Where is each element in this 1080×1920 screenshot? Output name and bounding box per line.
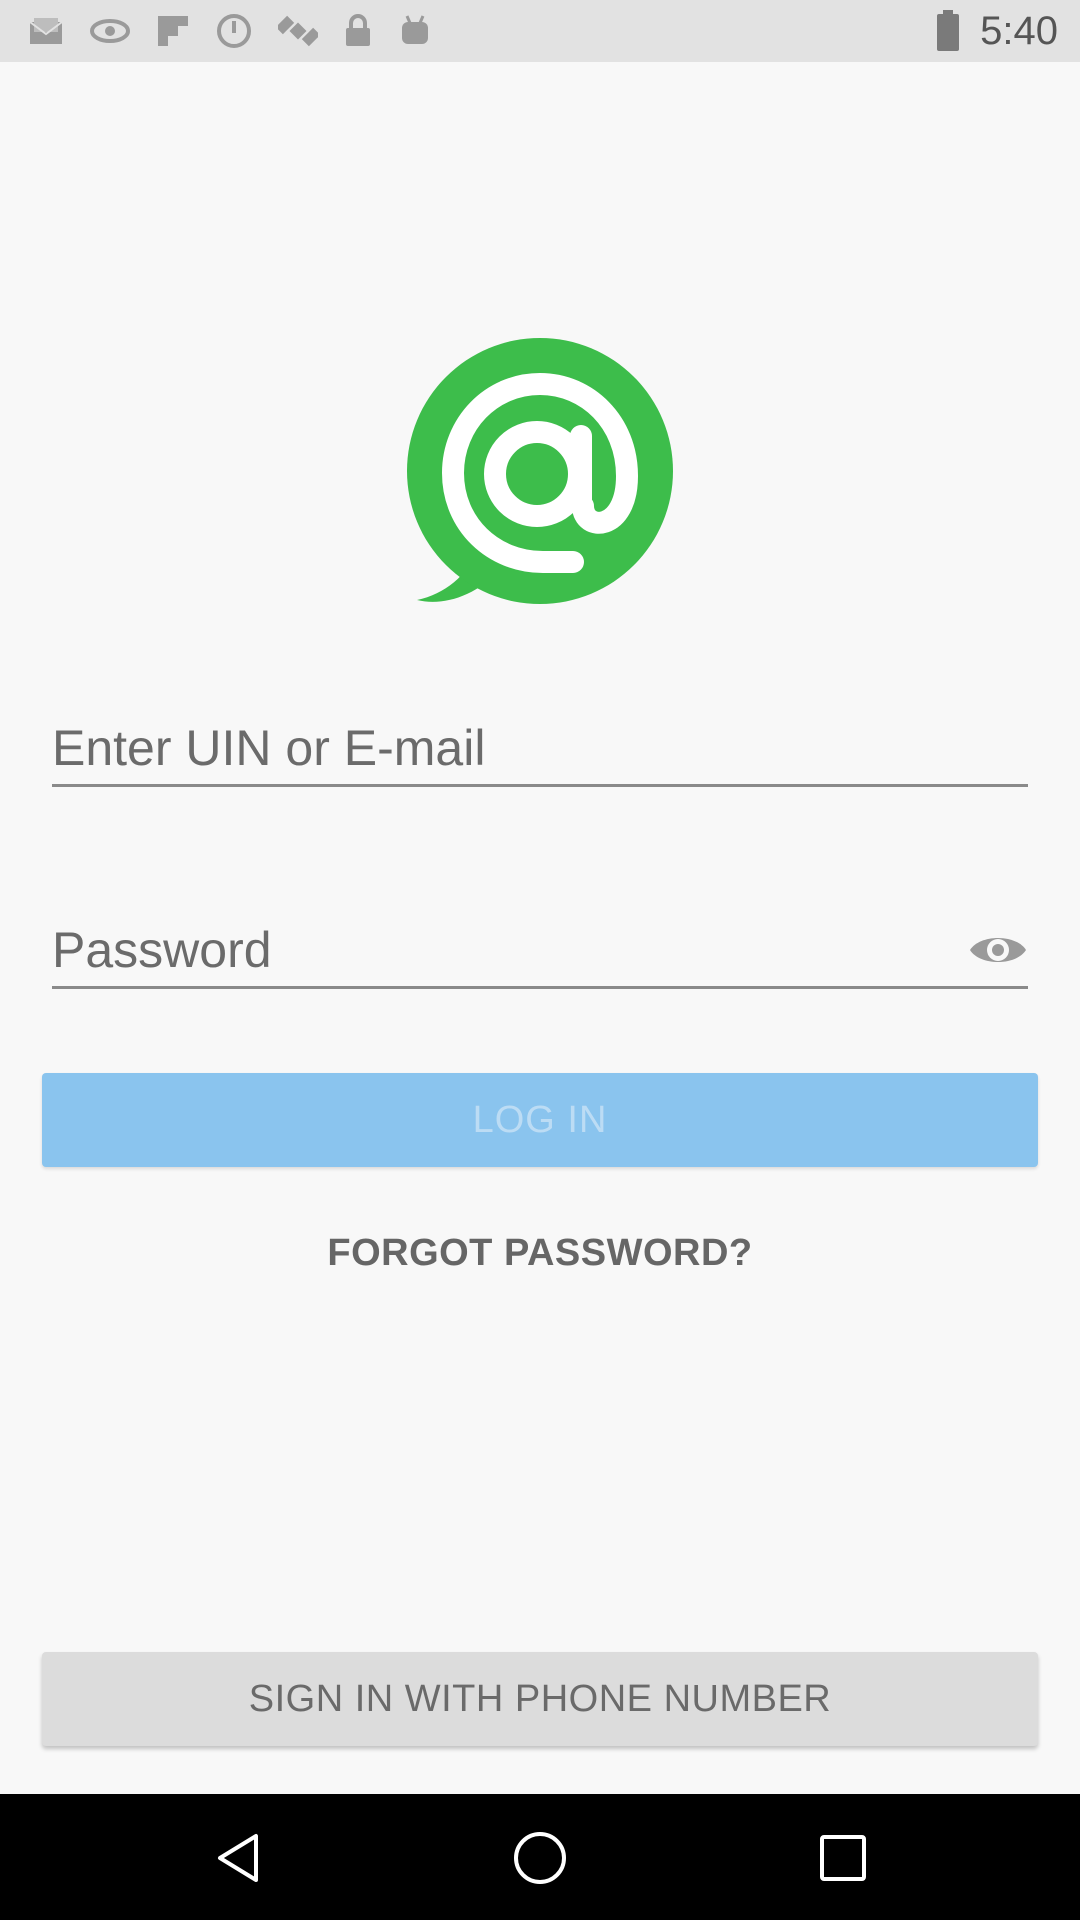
status-right: 5:40 xyxy=(936,0,1058,62)
sync-icon xyxy=(217,14,251,48)
recents-icon[interactable] xyxy=(813,1828,873,1888)
clock: 5:40 xyxy=(980,8,1058,53)
email-icon xyxy=(29,18,63,44)
home-icon[interactable] xyxy=(510,1828,570,1888)
uin-email-input[interactable] xyxy=(52,712,1028,784)
sign-in-with-phone-button[interactable]: SIGN IN WITH PHONE NUMBER xyxy=(42,1652,1038,1746)
wifi-icon xyxy=(90,19,130,43)
navigation-bar xyxy=(0,1794,1080,1920)
lock-icon xyxy=(346,14,370,46)
satellite-icon xyxy=(278,15,318,47)
android-icon xyxy=(402,15,428,44)
app-logo xyxy=(407,338,673,604)
log-in-label: LOG IN xyxy=(472,1098,608,1141)
status-bar: 5:40 xyxy=(0,0,1080,62)
battery-icon xyxy=(937,10,960,51)
forgot-password-label: FORGOT PASSWORD? xyxy=(327,1232,753,1274)
flipboard-icon xyxy=(158,16,188,46)
forgot-password-link[interactable]: FORGOT PASSWORD? xyxy=(0,1232,1080,1275)
notification-icons xyxy=(0,11,432,51)
back-icon[interactable] xyxy=(210,1828,270,1888)
uin-email-field[interactable] xyxy=(52,712,1028,787)
password-field[interactable] xyxy=(52,914,1028,989)
password-input[interactable] xyxy=(52,914,1028,986)
log-in-button[interactable]: LOG IN xyxy=(42,1073,1038,1167)
show-password-eye-icon[interactable] xyxy=(968,928,1028,972)
sign-in-with-phone-label: SIGN IN WITH PHONE NUMBER xyxy=(248,1677,832,1720)
